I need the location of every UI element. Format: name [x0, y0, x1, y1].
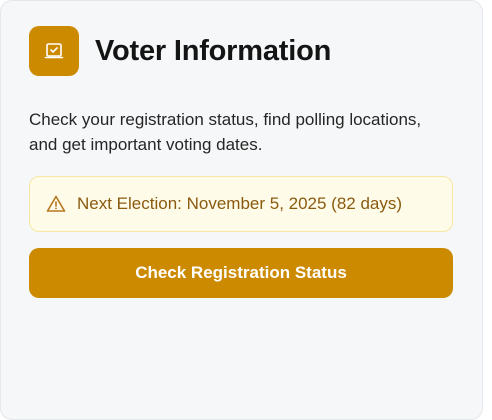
warning-triangle-icon	[45, 193, 67, 215]
ballot-box-icon	[29, 26, 79, 76]
card-description: Check your registration status, find pol…	[29, 110, 422, 154]
card-header: Voter Information	[29, 26, 331, 76]
next-election-text: Next Election: November 5, 2025 (82 days…	[77, 194, 403, 213]
voter-information-card: Voter Information Check your registratio…	[0, 0, 483, 420]
card-title: Voter Information	[95, 34, 332, 67]
next-election-notice: Next Election: November 5, 2025 (82 days…	[29, 176, 453, 232]
check-registration-status-button[interactable]: Check Registration Status	[29, 248, 453, 298]
